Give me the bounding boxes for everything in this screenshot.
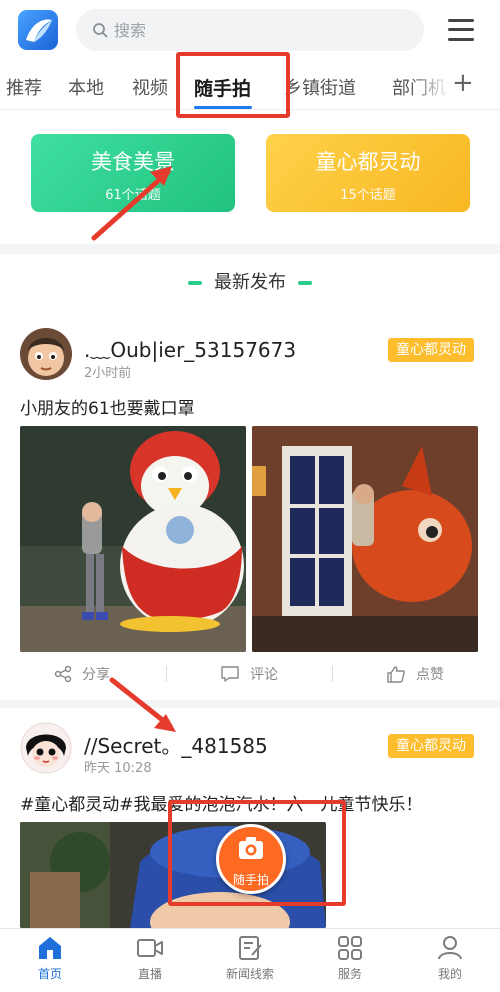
annotation-arrows — [91, 166, 176, 732]
